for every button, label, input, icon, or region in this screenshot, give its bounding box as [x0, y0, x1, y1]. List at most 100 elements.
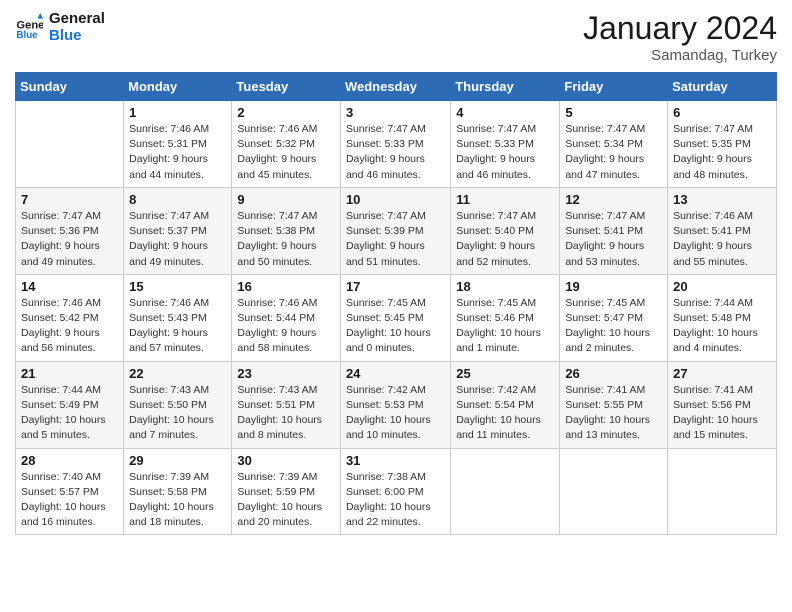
day-info: Sunrise: 7:47 AMSunset: 5:38 PMDaylight:… — [237, 209, 335, 270]
calendar-cell: 8 Sunrise: 7:47 AMSunset: 5:37 PMDaylight… — [124, 187, 232, 274]
day-number: 31 — [346, 453, 445, 468]
week-row-1: 1 Sunrise: 7:46 AMSunset: 5:31 PMDaylight… — [16, 101, 777, 188]
logo-icon: General Blue — [15, 13, 43, 41]
day-info: Sunrise: 7:41 AMSunset: 5:56 PMDaylight:… — [673, 383, 771, 444]
calendar-cell: 14 Sunrise: 7:46 AMSunset: 5:42 PMDayligh… — [16, 274, 124, 361]
weekday-header-wednesday: Wednesday — [340, 73, 450, 101]
day-info: Sunrise: 7:47 AMSunset: 5:37 PMDaylight:… — [129, 209, 226, 270]
day-info: Sunrise: 7:43 AMSunset: 5:51 PMDaylight:… — [237, 383, 335, 444]
calendar-cell: 24Sunrise: 7:42 AMSunset: 5:53 PMDayligh… — [340, 361, 450, 448]
calendar-cell: 1 Sunrise: 7:46 AMSunset: 5:31 PMDaylight… — [124, 101, 232, 188]
calendar-cell: 25Sunrise: 7:42 AMSunset: 5:54 PMDayligh… — [451, 361, 560, 448]
calendar-cell: 9 Sunrise: 7:47 AMSunset: 5:38 PMDaylight… — [232, 187, 341, 274]
title-block: January 2024 Samandag, Turkey — [583, 10, 777, 64]
month-title: January 2024 — [583, 10, 777, 47]
day-info: Sunrise: 7:47 AMSunset: 5:40 PMDaylight:… — [456, 209, 554, 270]
day-number: 10 — [346, 192, 445, 207]
day-info: Sunrise: 7:40 AMSunset: 5:57 PMDaylight:… — [21, 470, 118, 531]
day-number: 3 — [346, 105, 445, 120]
calendar-cell — [560, 448, 668, 535]
day-info: Sunrise: 7:46 AMSunset: 5:32 PMDaylight:… — [237, 122, 335, 183]
day-info: Sunrise: 7:47 AMSunset: 5:36 PMDaylight:… — [21, 209, 118, 270]
day-info: Sunrise: 7:45 AMSunset: 5:47 PMDaylight:… — [565, 296, 662, 357]
day-info: Sunrise: 7:39 AMSunset: 5:58 PMDaylight:… — [129, 470, 226, 531]
day-number: 14 — [21, 279, 118, 294]
calendar-cell: 2 Sunrise: 7:46 AMSunset: 5:32 PMDaylight… — [232, 101, 341, 188]
day-info: Sunrise: 7:46 AMSunset: 5:44 PMDaylight:… — [237, 296, 335, 357]
calendar-cell: 7Sunrise: 7:47 AMSunset: 5:36 PMDaylight… — [16, 187, 124, 274]
day-number: 17 — [346, 279, 445, 294]
logo-blue: Blue — [49, 27, 105, 44]
day-info: Sunrise: 7:38 AMSunset: 6:00 PMDaylight:… — [346, 470, 445, 531]
day-info: Sunrise: 7:47 AMSunset: 5:39 PMDaylight:… — [346, 209, 445, 270]
day-number: 20 — [673, 279, 771, 294]
day-number: 30 — [237, 453, 335, 468]
logo-general: General — [49, 10, 105, 27]
svg-text:Blue: Blue — [16, 30, 38, 41]
week-row-4: 21 Sunrise: 7:44 AMSunset: 5:49 PMDayligh… — [16, 361, 777, 448]
day-number: 16 — [237, 279, 335, 294]
week-row-5: 28 Sunrise: 7:40 AMSunset: 5:57 PMDayligh… — [16, 448, 777, 535]
logo: General Blue General Blue — [15, 10, 105, 44]
day-number: 21 — [21, 366, 118, 381]
day-info: Sunrise: 7:46 AMSunset: 5:31 PMDaylight:… — [129, 122, 226, 183]
calendar-cell: 16 Sunrise: 7:46 AMSunset: 5:44 PMDayligh… — [232, 274, 341, 361]
day-number: 22 — [129, 366, 226, 381]
calendar-cell: 13Sunrise: 7:46 AMSunset: 5:41 PMDayligh… — [668, 187, 777, 274]
day-number: 18 — [456, 279, 554, 294]
calendar-cell: 19 Sunrise: 7:45 AMSunset: 5:47 PMDayligh… — [560, 274, 668, 361]
day-info: Sunrise: 7:46 AMSunset: 5:41 PMDaylight:… — [673, 209, 771, 270]
day-info: Sunrise: 7:45 AMSunset: 5:46 PMDaylight:… — [456, 296, 554, 357]
day-number: 19 — [565, 279, 662, 294]
day-number: 6 — [673, 105, 771, 120]
day-number: 11 — [456, 192, 554, 207]
day-number: 8 — [129, 192, 226, 207]
calendar-cell: 27 Sunrise: 7:41 AMSunset: 5:56 PMDayligh… — [668, 361, 777, 448]
calendar-cell: 5Sunrise: 7:47 AMSunset: 5:34 PMDaylight… — [560, 101, 668, 188]
calendar-cell — [668, 448, 777, 535]
day-number: 9 — [237, 192, 335, 207]
day-info: Sunrise: 7:39 AMSunset: 5:59 PMDaylight:… — [237, 470, 335, 531]
page-header: General Blue General Blue January 2024 S… — [15, 10, 777, 64]
day-number: 12 — [565, 192, 662, 207]
day-info: Sunrise: 7:45 AMSunset: 5:45 PMDaylight:… — [346, 296, 445, 357]
calendar-cell: 23 Sunrise: 7:43 AMSunset: 5:51 PMDayligh… — [232, 361, 341, 448]
calendar-cell: 28 Sunrise: 7:40 AMSunset: 5:57 PMDayligh… — [16, 448, 124, 535]
calendar-cell — [16, 101, 124, 188]
weekday-header-tuesday: Tuesday — [232, 73, 341, 101]
calendar-cell: 3 Sunrise: 7:47 AMSunset: 5:33 PMDaylight… — [340, 101, 450, 188]
day-info: Sunrise: 7:44 AMSunset: 5:48 PMDaylight:… — [673, 296, 771, 357]
day-info: Sunrise: 7:47 AMSunset: 5:33 PMDaylight:… — [346, 122, 445, 183]
day-number: 15 — [129, 279, 226, 294]
day-number: 26 — [565, 366, 662, 381]
calendar-cell: 21 Sunrise: 7:44 AMSunset: 5:49 PMDayligh… — [16, 361, 124, 448]
day-number: 25 — [456, 366, 554, 381]
week-row-2: 7Sunrise: 7:47 AMSunset: 5:36 PMDaylight… — [16, 187, 777, 274]
calendar-cell: 26Sunrise: 7:41 AMSunset: 5:55 PMDayligh… — [560, 361, 668, 448]
calendar-cell: 15 Sunrise: 7:46 AMSunset: 5:43 PMDayligh… — [124, 274, 232, 361]
day-info: Sunrise: 7:44 AMSunset: 5:49 PMDaylight:… — [21, 383, 118, 444]
calendar-cell — [451, 448, 560, 535]
day-number: 28 — [21, 453, 118, 468]
day-number: 2 — [237, 105, 335, 120]
weekday-header-monday: Monday — [124, 73, 232, 101]
day-info: Sunrise: 7:47 AMSunset: 5:41 PMDaylight:… — [565, 209, 662, 270]
day-info: Sunrise: 7:47 AMSunset: 5:33 PMDaylight:… — [456, 122, 554, 183]
day-info: Sunrise: 7:46 AMSunset: 5:43 PMDaylight:… — [129, 296, 226, 357]
day-number: 29 — [129, 453, 226, 468]
day-number: 1 — [129, 105, 226, 120]
day-info: Sunrise: 7:42 AMSunset: 5:53 PMDaylight:… — [346, 383, 445, 444]
weekday-header-thursday: Thursday — [451, 73, 560, 101]
weekday-header-friday: Friday — [560, 73, 668, 101]
calendar-cell: 6 Sunrise: 7:47 AMSunset: 5:35 PMDaylight… — [668, 101, 777, 188]
calendar-cell: 22Sunrise: 7:43 AMSunset: 5:50 PMDayligh… — [124, 361, 232, 448]
calendar-cell: 12 Sunrise: 7:47 AMSunset: 5:41 PMDayligh… — [560, 187, 668, 274]
day-number: 23 — [237, 366, 335, 381]
day-info: Sunrise: 7:47 AMSunset: 5:35 PMDaylight:… — [673, 122, 771, 183]
day-number: 5 — [565, 105, 662, 120]
calendar-cell: 31 Sunrise: 7:38 AMSunset: 6:00 PMDayligh… — [340, 448, 450, 535]
day-info: Sunrise: 7:46 AMSunset: 5:42 PMDaylight:… — [21, 296, 118, 357]
day-number: 27 — [673, 366, 771, 381]
calendar-cell: 11 Sunrise: 7:47 AMSunset: 5:40 PMDayligh… — [451, 187, 560, 274]
calendar-cell: 29 Sunrise: 7:39 AMSunset: 5:58 PMDayligh… — [124, 448, 232, 535]
